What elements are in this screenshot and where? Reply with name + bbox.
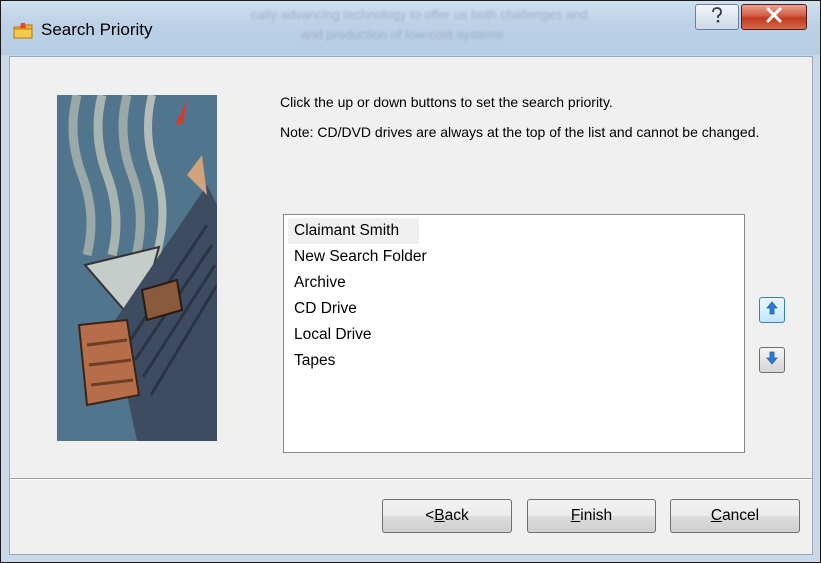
wizard-body: Click the up or down buttons to set the … xyxy=(10,57,812,478)
cancel-button[interactable]: Cancel xyxy=(670,499,800,533)
back-button[interactable]: < Back xyxy=(382,499,512,533)
note-text: Note: CD/DVD drives are always at the to… xyxy=(280,124,760,140)
footer-separator xyxy=(10,478,812,480)
list-item[interactable]: Archive xyxy=(288,270,740,296)
list-item[interactable]: New Search Folder xyxy=(288,244,740,270)
search-priority-list[interactable]: Claimant Smith New Search Folder Archive… xyxy=(283,214,745,453)
dialog-content: Click the up or down buttons to set the … xyxy=(9,56,813,555)
list-item[interactable]: Claimant Smith xyxy=(288,218,419,244)
arrow-up-icon xyxy=(766,300,778,320)
wizard-illustration xyxy=(57,95,217,441)
title-bar[interactable]: cally advancing technology to offer us b… xyxy=(1,1,820,55)
help-button[interactable] xyxy=(695,4,739,30)
finish-button[interactable]: Finish xyxy=(527,499,656,533)
dialog-window: cally advancing technology to offer us b… xyxy=(0,0,821,563)
close-x-icon xyxy=(765,7,783,28)
list-item[interactable]: CD Drive xyxy=(288,296,740,322)
back-label-mnemonic: B xyxy=(434,507,445,524)
folder-app-icon xyxy=(13,22,33,40)
list-item[interactable]: Local Drive xyxy=(288,322,740,348)
window-title: Search Priority xyxy=(41,20,153,39)
instruction-text: Click the up or down buttons to set the … xyxy=(280,94,613,110)
close-button[interactable] xyxy=(741,4,807,30)
move-up-button[interactable] xyxy=(759,297,785,323)
back-label-rest: ack xyxy=(444,507,469,524)
cancel-label-rest: ancel xyxy=(722,507,760,524)
back-label-prefix: < xyxy=(425,507,435,524)
help-question-icon xyxy=(709,6,725,29)
list-item[interactable]: Tapes xyxy=(288,348,740,374)
finish-label-mnemonic: F xyxy=(570,507,581,524)
arrow-down-icon xyxy=(766,351,778,370)
finish-label-rest: inish xyxy=(580,507,613,524)
move-down-button[interactable] xyxy=(759,347,785,373)
cancel-label-mnemonic: C xyxy=(710,507,723,524)
